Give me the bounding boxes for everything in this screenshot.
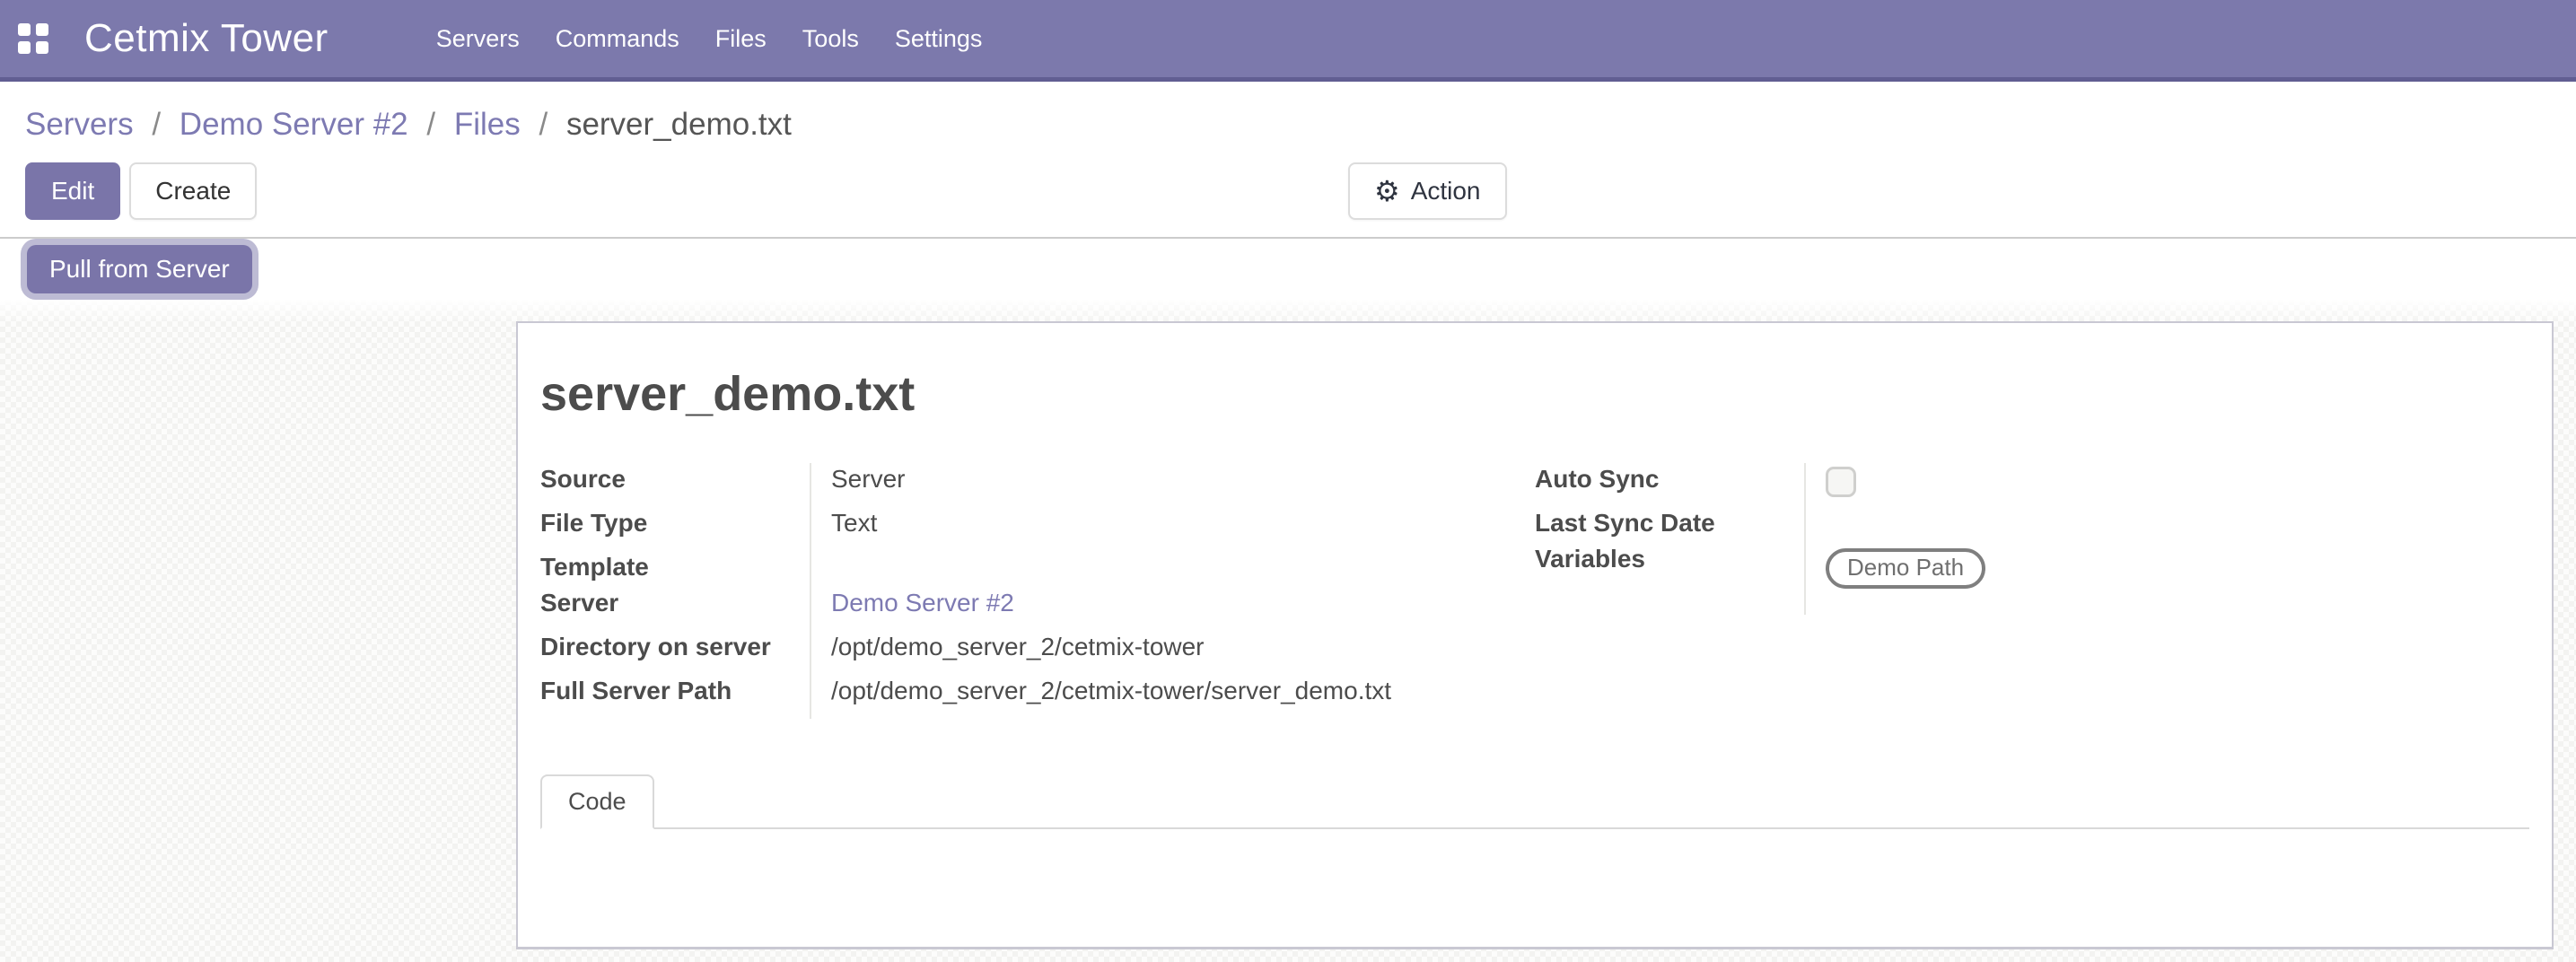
app-window: Cetmix Tower Servers Commands Files Tool…: [0, 0, 2576, 962]
statusbar: Pull from Server: [0, 237, 2576, 300]
field-label-directory: Directory on server: [540, 631, 810, 675]
variable-tag-demo-path: Demo Path: [1826, 548, 1985, 589]
field-row-source: Source Server: [540, 463, 1535, 507]
field-row-server: Server Demo Server #2: [540, 587, 1535, 631]
field-column-left: Source Server File Type Text Template Se…: [540, 463, 1535, 719]
breadcrumb-link-files[interactable]: Files: [454, 107, 521, 142]
field-row-template: Template: [540, 551, 1535, 587]
field-value-server: Demo Server #2: [810, 587, 1535, 631]
form-sheet: server_demo.txt Source Server File Type …: [516, 321, 2554, 949]
brand-title[interactable]: Cetmix Tower: [84, 16, 329, 61]
field-row-directory: Directory on server /opt/demo_server_2/c…: [540, 631, 1535, 675]
field-row-variables: Variables Demo Path: [1535, 543, 2529, 615]
field-label-server: Server: [540, 587, 810, 631]
tab-code[interactable]: Code: [540, 774, 654, 829]
control-panel-buttons: Edit Create: [25, 162, 2576, 220]
menu-item-servers[interactable]: Servers: [436, 25, 520, 53]
notebook: Code: [540, 774, 2529, 829]
breadcrumb-separator: /: [152, 107, 161, 142]
create-button[interactable]: Create: [129, 162, 257, 220]
field-value-variables: Demo Path: [1804, 543, 2529, 615]
field-label-full-path: Full Server Path: [540, 675, 810, 719]
field-value-source: Server: [810, 463, 1535, 507]
field-value-full-path: /opt/demo_server_2/cetmix-tower/server_d…: [810, 675, 1535, 719]
record-title: server_demo.txt: [540, 366, 2529, 422]
field-row-last-sync-date: Last Sync Date: [1535, 507, 2529, 543]
menu-item-commands[interactable]: Commands: [556, 25, 679, 53]
field-value-auto-sync: [1804, 463, 2529, 507]
notebook-tabs: Code: [540, 774, 2529, 829]
menu-item-tools[interactable]: Tools: [802, 25, 859, 53]
apps-grid-square: [36, 41, 48, 54]
menu-item-files[interactable]: Files: [715, 25, 767, 53]
pull-from-server-button[interactable]: Pull from Server: [27, 245, 252, 293]
breadcrumb-separator: /: [426, 107, 435, 142]
breadcrumb-link-servers[interactable]: Servers: [25, 107, 134, 142]
main-menu: Servers Commands Files Tools Settings: [436, 25, 983, 53]
breadcrumb: Servers / Demo Server #2 / Files / serve…: [25, 105, 2576, 144]
apps-grid-square: [18, 41, 31, 54]
menu-item-settings[interactable]: Settings: [895, 25, 983, 53]
apps-grid-square: [36, 23, 48, 36]
field-row-file-type: File Type Text: [540, 507, 1535, 551]
apps-grid-icon[interactable]: [18, 23, 48, 54]
breadcrumb-link-demo-server[interactable]: Demo Server #2: [180, 107, 408, 142]
action-button[interactable]: ⚙ Action: [1348, 162, 1507, 220]
edit-button[interactable]: Edit: [25, 162, 120, 220]
auto-sync-checkbox[interactable]: [1826, 467, 1856, 497]
field-group: Source Server File Type Text Template Se…: [540, 463, 2529, 719]
breadcrumb-separator: /: [539, 107, 548, 142]
field-row-full-path: Full Server Path /opt/demo_server_2/cetm…: [540, 675, 1535, 719]
field-label-template: Template: [540, 551, 810, 587]
apps-grid-square: [18, 23, 31, 36]
field-label-source: Source: [540, 463, 810, 507]
field-label-auto-sync: Auto Sync: [1535, 463, 1804, 507]
field-value-template: [810, 551, 1535, 587]
server-record-link[interactable]: Demo Server #2: [831, 589, 1014, 617]
field-value-directory: /opt/demo_server_2/cetmix-tower: [810, 631, 1535, 675]
breadcrumb-current: server_demo.txt: [566, 107, 792, 142]
top-navbar: Cetmix Tower Servers Commands Files Tool…: [0, 0, 2576, 82]
field-column-right: Auto Sync Last Sync Date Variables Demo …: [1535, 463, 2529, 719]
gear-icon: ⚙: [1374, 177, 1400, 206]
field-label-variables: Variables: [1535, 543, 1804, 615]
form-view-background: server_demo.txt Source Server File Type …: [0, 300, 2576, 962]
field-label-last-sync-date: Last Sync Date: [1535, 507, 1804, 543]
field-row-auto-sync: Auto Sync: [1535, 463, 2529, 507]
top-shadow: [0, 300, 2576, 323]
field-label-file-type: File Type: [540, 507, 810, 551]
field-value-last-sync-date: [1804, 507, 2529, 543]
control-panel: Servers / Demo Server #2 / Files / serve…: [0, 82, 2576, 237]
action-button-label: Action: [1411, 177, 1481, 206]
field-value-file-type: Text: [810, 507, 1535, 551]
